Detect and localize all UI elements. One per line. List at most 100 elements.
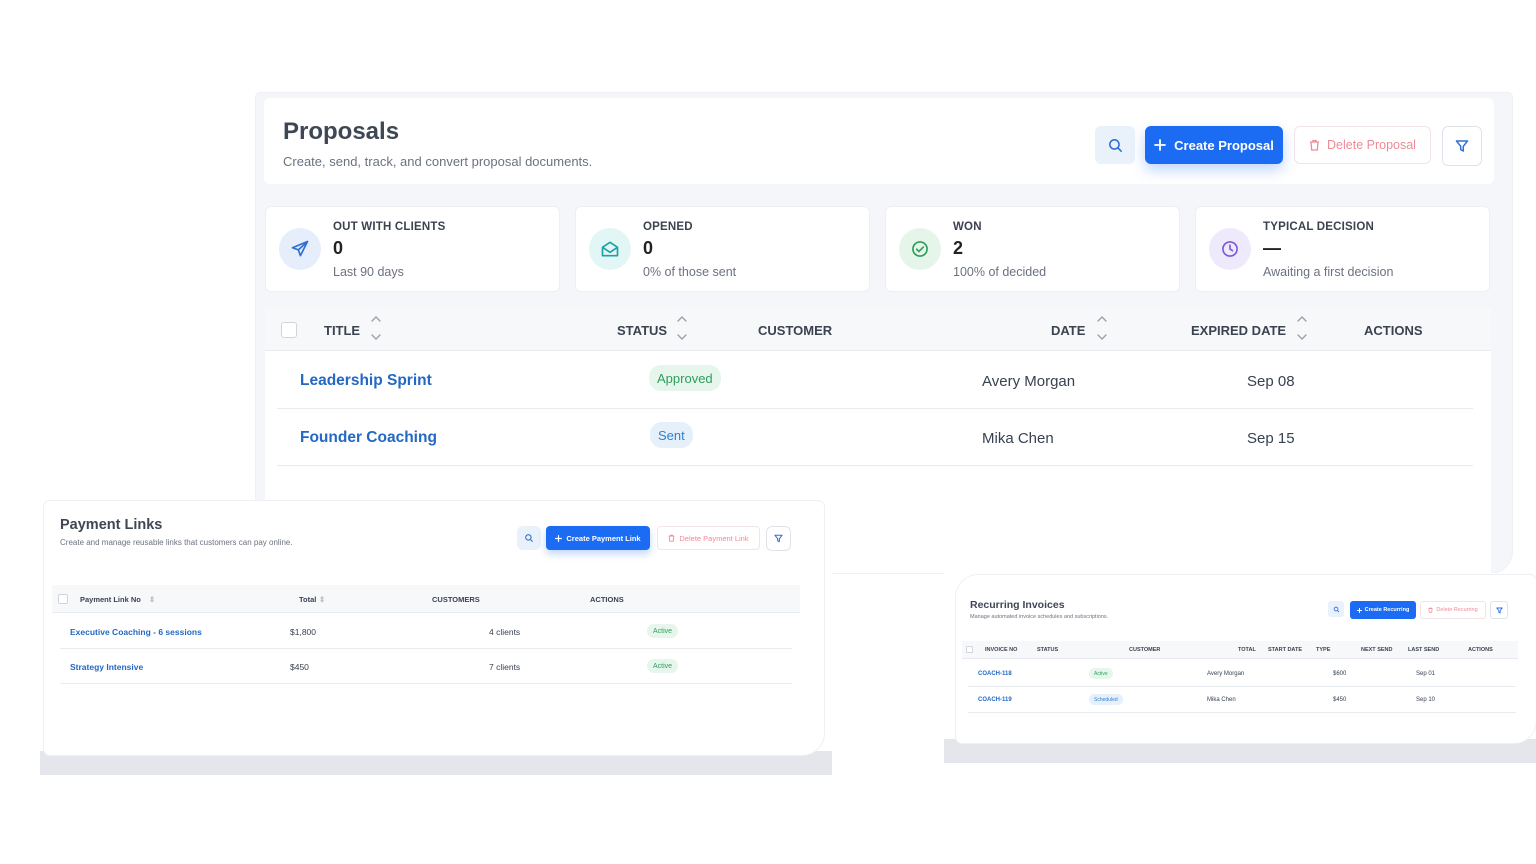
- column-customers: CUSTOMERS: [432, 595, 480, 604]
- envelope-open-icon: [589, 228, 631, 270]
- page-title: Proposals: [283, 118, 400, 145]
- customer-name: Avery Morgan: [982, 373, 1076, 390]
- trash-icon: [1428, 607, 1433, 613]
- recurring-invoices-panel: Recurring Invoices Manage automated invo…: [944, 573, 1536, 763]
- search-button[interactable]: [1095, 126, 1135, 164]
- stat-note: 0% of those sent: [643, 265, 737, 279]
- table-row[interactable]: Executive Coaching - 6 sessions $1,800 4…: [60, 614, 792, 649]
- stat-value: 0: [643, 238, 654, 258]
- table-row[interactable]: Leadership Sprint Approved Avery Morgan …: [277, 352, 1473, 409]
- filter-icon: [1455, 140, 1469, 152]
- stat-card-out-with-clients: OUT WITH CLIENTS 0 Last 90 days: [265, 206, 560, 292]
- sort-icon[interactable]: ⇕: [319, 595, 325, 604]
- payment-link-name[interactable]: Strategy Intensive: [70, 662, 143, 672]
- column-payment-link-no: Payment Link No: [80, 595, 141, 604]
- panel-title: Payment Links: [60, 517, 163, 533]
- total-value: $450: [290, 662, 309, 672]
- customers-count: 4 clients: [489, 627, 521, 637]
- column-invoice-no: INVOICE NO: [985, 647, 1018, 653]
- stat-label: TYPICAL DECISION: [1263, 221, 1374, 233]
- status-badge: Scheduled: [1089, 694, 1123, 705]
- column-status: STATUS: [617, 323, 668, 338]
- stat-label: OPENED: [643, 221, 693, 233]
- stat-label: WON: [953, 221, 982, 233]
- stat-value: —: [1263, 238, 1281, 258]
- column-start-date: START DATE: [1268, 647, 1303, 653]
- proposal-title-link[interactable]: Leadership Sprint: [300, 372, 432, 390]
- payment-links-card: Payment Links Create and manage reusable…: [44, 501, 824, 755]
- table-row[interactable]: COACH-119 Scheduled Mika Chen $450 Sep 1…: [968, 687, 1516, 713]
- column-total: TOTAL: [1238, 647, 1256, 653]
- table-header: INVOICE NO STATUS CUSTOMER TOTAL START D…: [962, 641, 1518, 659]
- table-header: Payment Link No ⇕ Total ⇕ CUSTOMERS ACTI…: [52, 585, 800, 613]
- column-date: DATE: [1051, 323, 1086, 338]
- column-title: TITLE: [324, 323, 361, 338]
- search-icon: [1333, 606, 1339, 612]
- select-all-checkbox[interactable]: [58, 594, 68, 604]
- delete-payment-link-button[interactable]: Delete Payment Link: [657, 526, 760, 550]
- create-proposal-label: Create Proposal: [1174, 137, 1274, 153]
- status-badge: Sent: [650, 422, 693, 448]
- create-payment-link-button[interactable]: Create Payment Link: [546, 526, 650, 550]
- column-total: Total: [299, 595, 317, 604]
- status-badge: Active: [647, 624, 679, 638]
- proposals-header: Proposals Create, send, track, and conve…: [264, 98, 1494, 184]
- select-all-checkbox[interactable]: [281, 322, 297, 338]
- table-row[interactable]: Founder Coaching Sent Mika Chen Sep 15: [277, 409, 1473, 466]
- sort-icon[interactable]: [1096, 315, 1108, 341]
- sort-icon[interactable]: [1296, 315, 1308, 341]
- select-all-checkbox[interactable]: [966, 646, 973, 653]
- payment-link-name[interactable]: Executive Coaching - 6 sessions: [70, 627, 202, 637]
- stat-note: Last 90 days: [333, 265, 404, 279]
- table-row[interactable]: COACH-118 Active Avery Morgan $600 Sep 0…: [968, 661, 1516, 687]
- column-actions: ACTIONS: [1364, 323, 1423, 338]
- send-icon: [279, 228, 321, 270]
- plus-icon: [1356, 607, 1362, 613]
- stat-card-opened: OPENED 0 0% of those sent: [575, 206, 870, 292]
- stat-card-typical-decision: TYPICAL DECISION — Awaiting a first deci…: [1195, 206, 1490, 292]
- stat-note: Awaiting a first decision: [1263, 265, 1394, 279]
- sort-icon[interactable]: [676, 315, 688, 341]
- panel-subtitle: Create and manage reusable links that cu…: [60, 538, 293, 547]
- delete-recurring-button[interactable]: Delete Recurring: [1420, 601, 1486, 619]
- search-button[interactable]: [517, 526, 541, 550]
- status-badge: Active: [647, 659, 679, 673]
- sort-icon[interactable]: [370, 315, 382, 341]
- total-value: $1,800: [290, 627, 316, 637]
- total-value: $450: [1333, 697, 1347, 703]
- recurring-invoices-card: Recurring Invoices Manage automated invo…: [956, 575, 1536, 743]
- column-status: STATUS: [1037, 647, 1059, 653]
- column-next-send: NEXT SEND: [1361, 647, 1393, 653]
- plus-icon: [1154, 139, 1167, 151]
- page-subtitle: Create, send, track, and convert proposa…: [283, 154, 593, 169]
- create-recurring-button[interactable]: Create Recurring: [1350, 601, 1416, 619]
- create-proposal-button[interactable]: Create Proposal: [1145, 126, 1283, 164]
- customers-count: 7 clients: [489, 662, 521, 672]
- search-icon: [1108, 138, 1122, 152]
- filter-button[interactable]: [1442, 126, 1482, 166]
- search-button[interactable]: [1328, 601, 1344, 617]
- table-header: TITLE STATUS CUSTOMER DATE EXPIRED DATE …: [265, 307, 1491, 351]
- filter-icon: [774, 534, 783, 543]
- stat-note: 100% of decided: [953, 265, 1047, 279]
- stat-value: 0: [333, 238, 344, 258]
- create-payment-link-label: Create Payment Link: [566, 533, 641, 543]
- delete-proposal-label: Delete Proposal: [1327, 138, 1416, 152]
- status-badge: Active: [1089, 668, 1113, 679]
- panel-title: Recurring Invoices: [970, 599, 1065, 611]
- stat-value: 2: [953, 238, 964, 258]
- invoice-number-link[interactable]: COACH-119: [978, 697, 1012, 703]
- customer-name: Mika Chen: [1207, 697, 1236, 703]
- invoice-number-link[interactable]: COACH-118: [978, 671, 1012, 677]
- filter-button[interactable]: [1490, 601, 1508, 619]
- last-send-value: Sep 10: [1416, 697, 1436, 703]
- proposal-title-link[interactable]: Founder Coaching: [300, 429, 437, 447]
- column-expired-date: EXPIRED DATE: [1191, 323, 1287, 338]
- sort-icon[interactable]: ⇕: [149, 595, 155, 604]
- filter-button[interactable]: [766, 526, 791, 551]
- table-row[interactable]: Strategy Intensive $450 7 clients Active: [60, 649, 792, 684]
- delete-proposal-button[interactable]: Delete Proposal: [1294, 126, 1431, 164]
- date-value: Sep 15: [1247, 430, 1295, 447]
- check-circle-icon: [899, 228, 941, 270]
- status-badge: Approved: [649, 365, 721, 391]
